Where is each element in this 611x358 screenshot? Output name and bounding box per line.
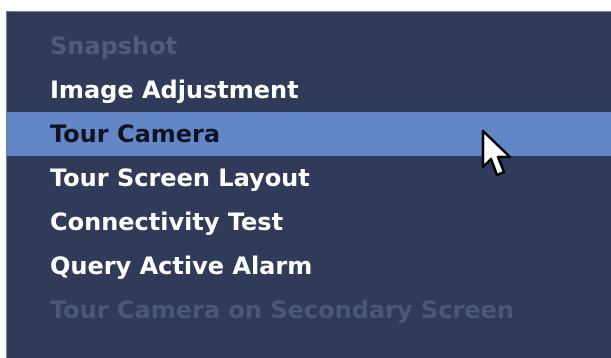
menu-item-tour-camera-secondary-screen: Tour Camera on Secondary Screen: [7, 288, 611, 332]
menu-item-image-adjustment[interactable]: Image Adjustment: [7, 68, 611, 112]
context-menu: Snapshot Image Adjustment Tour Camera To…: [6, 11, 611, 358]
menu-item-label: Query Active Alarm: [50, 252, 313, 280]
menu-item-label: Tour Screen Layout: [50, 164, 310, 192]
menu-item-label: Image Adjustment: [50, 76, 299, 104]
mouse-pointer-icon: [481, 129, 512, 177]
menu-item-snapshot: Snapshot: [7, 24, 611, 68]
menu-item-label: Snapshot: [50, 32, 178, 60]
menu-item-tour-camera[interactable]: Tour Camera: [7, 112, 611, 156]
menu-item-label: Connectivity Test: [50, 208, 284, 236]
menu-item-label: Tour Camera: [50, 120, 221, 148]
menu-item-label: Tour Camera on Secondary Screen: [50, 296, 514, 324]
menu-item-connectivity-test[interactable]: Connectivity Test: [7, 200, 611, 244]
menu-item-tour-screen-layout[interactable]: Tour Screen Layout: [7, 156, 611, 200]
menu-item-query-active-alarm[interactable]: Query Active Alarm: [7, 244, 611, 288]
